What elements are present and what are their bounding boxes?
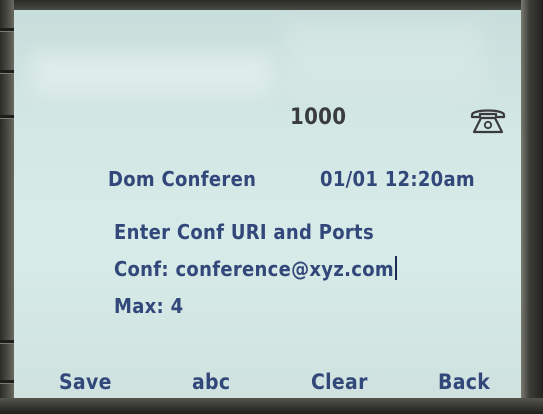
abc-softkey[interactable]: abc bbox=[192, 370, 230, 394]
clear-softkey[interactable]: Clear bbox=[311, 370, 368, 394]
device-bezel-bottom bbox=[0, 398, 543, 414]
screen-title: Dom Conferen bbox=[108, 167, 257, 191]
device-bezel-top bbox=[0, 0, 543, 10]
screen-glare bbox=[32, 52, 272, 94]
back-softkey[interactable]: Back bbox=[438, 370, 490, 394]
phone-screen: 1000 Dom Conferen 01/01 12:20am Enter Co… bbox=[14, 10, 521, 398]
device-bezel-right bbox=[521, 0, 543, 414]
conf-uri-field[interactable]: Conf: conference@xyz.com bbox=[114, 256, 397, 281]
date-time: 01/01 12:20am bbox=[320, 167, 475, 191]
max-value[interactable]: 4 bbox=[171, 294, 184, 318]
screen-glare bbox=[284, 20, 484, 90]
line-number: 1000 bbox=[290, 105, 347, 130]
instruction-prompt: Enter Conf URI and Ports bbox=[114, 220, 374, 244]
max-ports-field[interactable]: Max: 4 bbox=[114, 294, 183, 318]
save-softkey[interactable]: Save bbox=[59, 370, 112, 394]
conf-uri-value[interactable]: conference@xyz.com bbox=[175, 257, 393, 281]
device-bezel-left bbox=[0, 0, 16, 414]
text-cursor bbox=[394, 256, 397, 280]
max-label: Max: bbox=[114, 294, 165, 318]
conf-label: Conf: bbox=[114, 257, 169, 281]
phone-handset-icon bbox=[470, 109, 506, 134]
